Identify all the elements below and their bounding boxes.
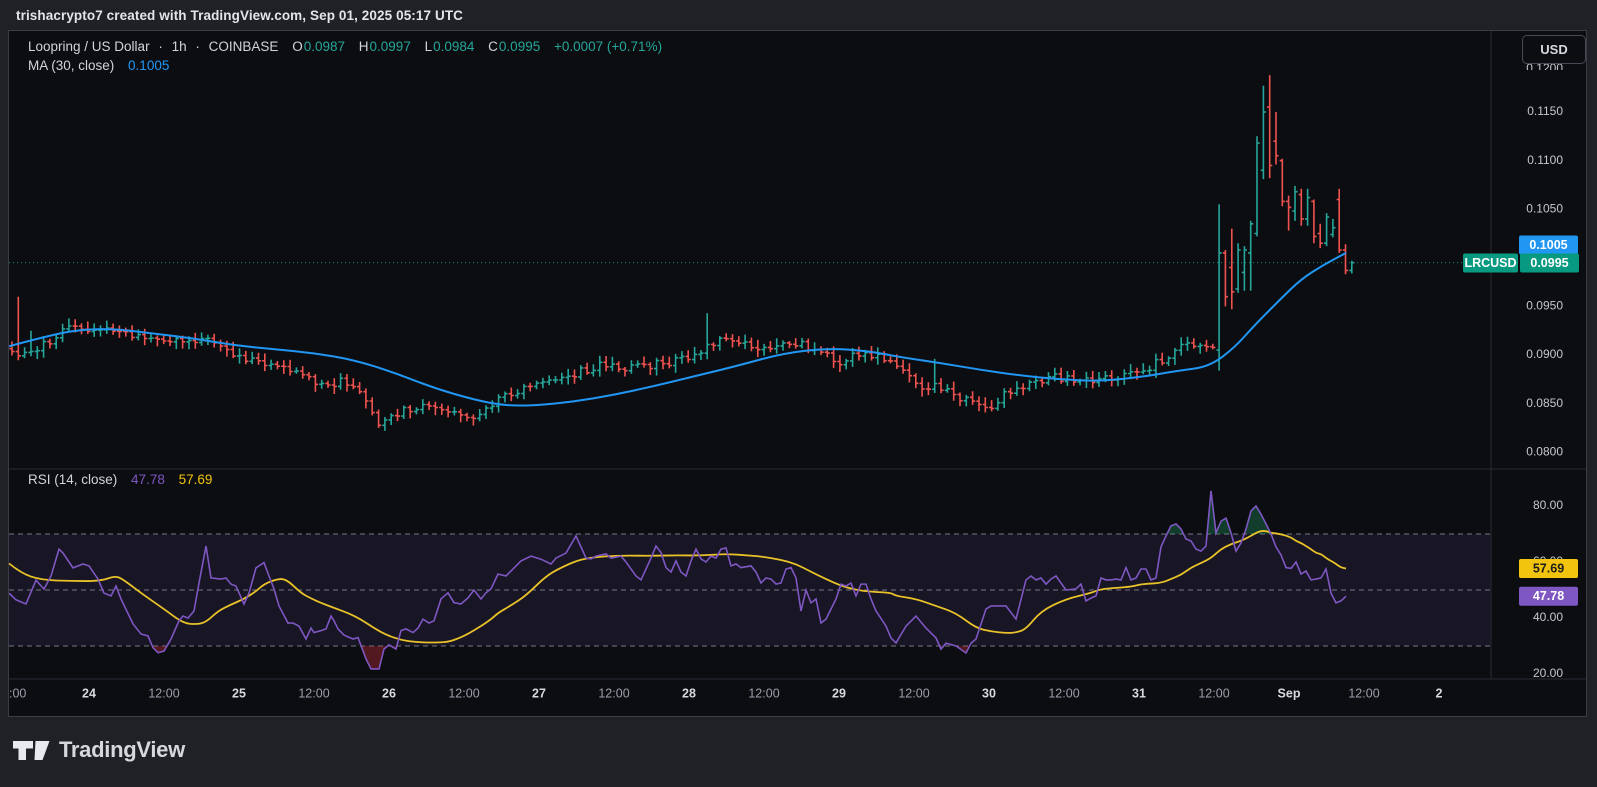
- axis-tick-label: 80.00: [1533, 498, 1563, 512]
- axis-tick-label: 24: [82, 686, 96, 700]
- ma-title[interactable]: MA (30, close): [28, 58, 114, 73]
- ma-value: 0.1005: [128, 58, 169, 73]
- tradingview-logo-icon: [13, 740, 50, 761]
- axis-tick-label: 0.0995: [1530, 256, 1568, 270]
- axis-tick-label: 0.0900: [1526, 347, 1563, 361]
- rsi-value: 47.78: [131, 472, 165, 487]
- exchange-label: COINBASE: [209, 39, 279, 54]
- up-bars: [22, 86, 1354, 431]
- last-price-badge: 0.0995: [1520, 254, 1579, 273]
- chart-canvas[interactable]: 0.12000.11500.11000.10500.09500.09000.08…: [9, 31, 1586, 716]
- symbol-badge: LRCUSD: [1463, 254, 1518, 273]
- high-label: H: [359, 39, 369, 54]
- axis-tick-label: 12:00: [298, 686, 329, 700]
- axis-tick-label: 25: [232, 686, 246, 700]
- axis-tick-label: 26: [382, 686, 396, 700]
- legend-dot: ·: [158, 39, 163, 54]
- axis-tick-label: 20.00: [1533, 666, 1563, 680]
- axis-tick-label: 0.1050: [1526, 201, 1563, 215]
- axis-tick-label: 0.0800: [1526, 444, 1563, 458]
- axis-tick-label: 12:00: [148, 686, 179, 700]
- main-legend[interactable]: Loopring / US Dollar · 1h · COINBASE O0.…: [28, 39, 662, 54]
- axis-tick-label: 0.0850: [1526, 396, 1563, 410]
- axis-tick-label: 27: [532, 686, 546, 700]
- chart-container[interactable]: 0.12000.11500.11000.10500.09500.09000.08…: [8, 30, 1587, 717]
- rsi-legend[interactable]: RSI (14, close) 47.78 57.69: [28, 472, 212, 487]
- attribution-text: trishacrypto7 created with TradingView.c…: [16, 8, 463, 23]
- axis-tick-label: 12:00: [1048, 686, 1079, 700]
- tradingview-logo[interactable]: TradingView: [13, 737, 185, 763]
- footer-bar: TradingView: [0, 717, 1597, 787]
- symbol-title[interactable]: Loopring / US Dollar: [28, 39, 150, 54]
- ma-line[interactable]: [9, 253, 1346, 406]
- low-value: 0.0984: [433, 39, 474, 54]
- axis-tick-label: 2: [1436, 686, 1443, 700]
- axis-tick-label: 40.00: [1533, 610, 1563, 624]
- close-label: C: [488, 39, 498, 54]
- axis-tick-label: 12:00: [448, 686, 479, 700]
- rsi-oversold-fill: [152, 646, 969, 669]
- axis-tick-label: 0.1100: [1527, 153, 1563, 167]
- rsi-ma-value: 57.69: [179, 472, 213, 487]
- axis-tick-label: 12:00: [1348, 686, 1379, 700]
- axis-tick-label: 29: [832, 686, 846, 700]
- axis-tick-label: 12:00: [1198, 686, 1229, 700]
- rsi-title[interactable]: RSI (14, close): [28, 472, 117, 487]
- open-value: 0.0987: [304, 39, 345, 54]
- axis-tick-label: 30: [982, 686, 996, 700]
- change-value: +0.0007 (+0.71%): [554, 39, 662, 54]
- tradingview-logo-text: TradingView: [59, 737, 185, 763]
- axis-tick-label: 31: [1132, 686, 1146, 700]
- axis-tick-label: 0.0950: [1526, 299, 1563, 313]
- axis-tick-label: 12:00: [748, 686, 779, 700]
- ma-legend[interactable]: MA (30, close) 0.1005: [28, 58, 169, 73]
- legend-dot: ·: [195, 39, 200, 54]
- axis-tick-label: 57.69: [1533, 561, 1564, 575]
- axis-tick-label: 0.1005: [1529, 238, 1567, 252]
- price-bars[interactable]: [9, 75, 1354, 431]
- axis-tick-label: LRCUSD: [1464, 256, 1516, 270]
- rsi-band: [9, 534, 1491, 646]
- axis-tick-label: Sep: [1278, 686, 1301, 700]
- close-value: 0.0995: [499, 39, 540, 54]
- axis-tick-label: 47.78: [1533, 589, 1564, 603]
- page: trishacrypto7 created with TradingView.c…: [0, 0, 1597, 787]
- axis-tick-label: 12:00: [598, 686, 629, 700]
- currency-usd-button[interactable]: USD: [1522, 35, 1586, 64]
- high-value: 0.0997: [370, 39, 411, 54]
- axis-tick-label: :00: [9, 686, 26, 700]
- open-label: O: [292, 39, 303, 54]
- axis-tick-label: 28: [682, 686, 696, 700]
- low-label: L: [425, 39, 433, 54]
- rsi-badge: 47.78: [1519, 587, 1578, 606]
- interval-label[interactable]: 1h: [172, 39, 187, 54]
- ma-price-badge: 0.1005: [1519, 236, 1578, 255]
- time-axis[interactable]: :00 24 12:00 25 12:00 26 12:00 27 12:00 28 12:00 29…: [9, 686, 1443, 700]
- axis-tick-label: 12:00: [898, 686, 929, 700]
- rsi-ma-badge: 57.69: [1519, 559, 1578, 578]
- axis-tick-label: 0.1150: [1527, 104, 1563, 118]
